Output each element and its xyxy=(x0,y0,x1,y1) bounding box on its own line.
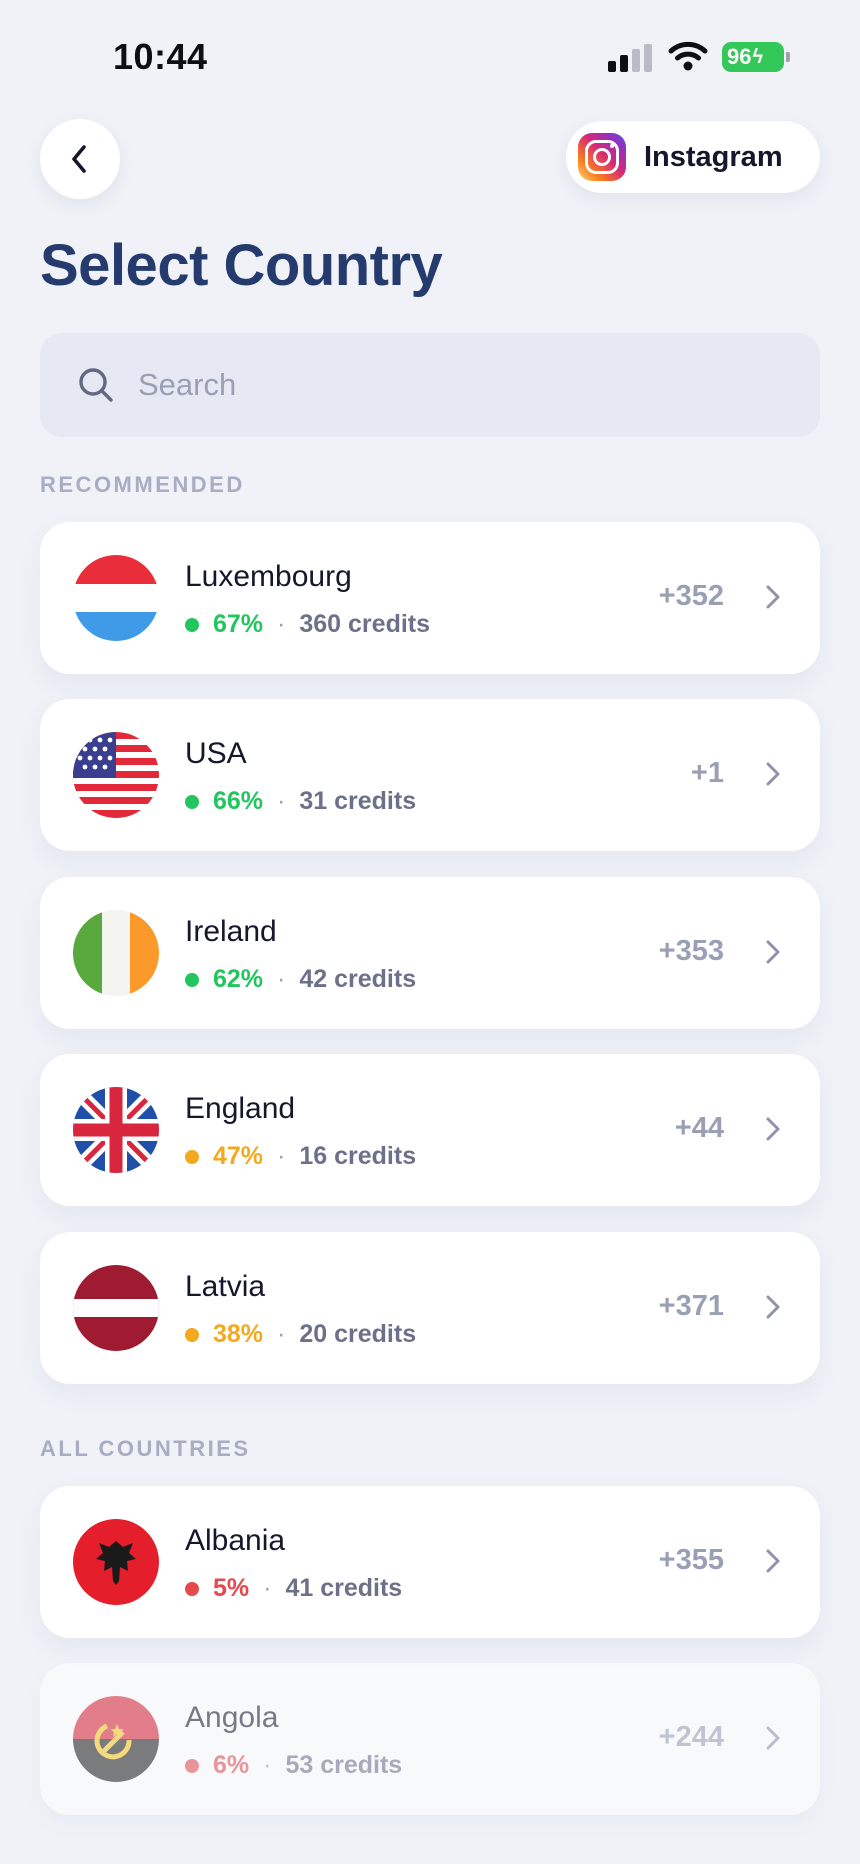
success-rate: 38% xyxy=(213,1320,264,1348)
separator: · xyxy=(277,965,286,993)
status-dot xyxy=(185,972,199,987)
usa-flag-icon xyxy=(73,732,159,818)
country-meta: 47% · 16 credits xyxy=(185,1142,416,1171)
credits: 53 credits xyxy=(285,1751,403,1779)
dial-code: +244 xyxy=(658,1721,724,1753)
country-row-albania[interactable]: Albania 5% · 41 credits +355 xyxy=(40,1486,820,1638)
separator: · xyxy=(277,787,286,815)
page-title: Select Country xyxy=(40,233,443,298)
country-name: Latvia xyxy=(185,1270,266,1303)
platform-label: Instagram xyxy=(644,140,783,173)
chevron-right-icon xyxy=(766,585,780,609)
country-meta: 67% · 360 credits xyxy=(185,610,430,639)
success-rate: 66% xyxy=(213,787,264,815)
status-time: 10:44 xyxy=(113,36,208,77)
chevron-right-icon xyxy=(766,1726,780,1750)
status-dot xyxy=(185,1149,199,1164)
status-dot xyxy=(185,1581,199,1596)
battery-cap xyxy=(786,52,790,62)
country-meta: 66% · 31 credits xyxy=(185,787,416,816)
credits: 20 credits xyxy=(299,1320,417,1348)
chevron-right-icon xyxy=(766,940,780,964)
chevron-right-icon xyxy=(766,1117,780,1141)
success-rate: 62% xyxy=(213,965,264,993)
country-name: Ireland xyxy=(185,915,277,948)
platform-selector[interactable]: Instagram xyxy=(566,121,820,193)
separator: · xyxy=(263,1751,272,1779)
angola-flag-icon xyxy=(73,1696,159,1782)
battery-level: 96 xyxy=(727,44,752,69)
luxembourg-flag-icon xyxy=(73,555,159,641)
latvia-flag-icon xyxy=(73,1265,159,1351)
battery-icon: 96 ϟ xyxy=(722,42,784,72)
country-row-usa[interactable]: USA 66% · 31 credits +1 xyxy=(40,699,820,851)
cellular-signal-icon xyxy=(608,44,654,72)
status-bar: 10:44 96 ϟ xyxy=(0,0,860,110)
country-name: Luxembourg xyxy=(185,560,352,593)
success-rate: 47% xyxy=(213,1142,264,1170)
country-meta: 38% · 20 credits xyxy=(185,1320,416,1349)
search-placeholder: Search xyxy=(138,367,237,402)
dial-code: +352 xyxy=(658,580,724,612)
status-dot xyxy=(185,1758,199,1773)
separator: · xyxy=(263,1574,272,1602)
country-name: USA xyxy=(185,737,247,770)
chevron-right-icon xyxy=(766,1295,780,1319)
dial-code: +371 xyxy=(658,1290,724,1322)
credits: 31 credits xyxy=(299,787,417,815)
dial-code: +353 xyxy=(658,935,724,967)
country-name: Albania xyxy=(185,1524,286,1557)
section-label-all-countries: ALL COUNTRIES xyxy=(40,1436,251,1461)
chevron-right-icon xyxy=(766,762,780,786)
country-row-ireland[interactable]: Ireland 62% · 42 credits +353 xyxy=(40,877,820,1029)
country-name: Angola xyxy=(185,1701,279,1734)
back-button[interactable] xyxy=(40,119,120,199)
ireland-flag-icon xyxy=(73,910,159,996)
chevron-right-icon xyxy=(766,1549,780,1573)
country-row-england[interactable]: England 47% · 16 credits +44 xyxy=(40,1054,820,1206)
status-dot xyxy=(185,794,199,809)
section-label-recommended: RECOMMENDED xyxy=(40,472,245,497)
credits: 41 credits xyxy=(285,1574,403,1602)
dial-code: +1 xyxy=(690,757,724,789)
country-row-luxembourg[interactable]: Luxembourg 67% · 360 credits +352 xyxy=(40,522,820,674)
chevron-left-icon xyxy=(72,145,86,173)
country-meta: 5% · 41 credits xyxy=(185,1574,402,1603)
albania-flag-icon xyxy=(73,1519,159,1605)
credits: 42 credits xyxy=(299,965,417,993)
country-row-angola[interactable]: Angola 6% · 53 credits +244 xyxy=(40,1663,820,1815)
credits: 360 credits xyxy=(299,610,431,638)
separator: · xyxy=(277,610,286,638)
success-rate: 67% xyxy=(213,610,264,638)
wifi-icon xyxy=(668,41,708,71)
dial-code: +44 xyxy=(674,1112,724,1144)
credits: 16 credits xyxy=(299,1142,417,1170)
country-meta: 62% · 42 credits xyxy=(185,965,416,994)
instagram-icon xyxy=(578,133,626,181)
country-row-latvia[interactable]: Latvia 38% · 20 credits +371 xyxy=(40,1232,820,1384)
country-name: England xyxy=(185,1092,296,1125)
status-dot xyxy=(185,617,199,632)
separator: · xyxy=(277,1320,286,1348)
success-rate: 5% xyxy=(213,1574,250,1602)
separator: · xyxy=(277,1142,286,1170)
country-meta: 6% · 53 credits xyxy=(185,1751,402,1780)
status-dot xyxy=(185,1327,199,1342)
success-rate: 6% xyxy=(213,1751,250,1779)
search-icon xyxy=(79,368,113,402)
uk-flag-icon xyxy=(73,1087,159,1173)
dial-code: +355 xyxy=(658,1544,724,1576)
search-input[interactable]: Search xyxy=(40,333,820,437)
